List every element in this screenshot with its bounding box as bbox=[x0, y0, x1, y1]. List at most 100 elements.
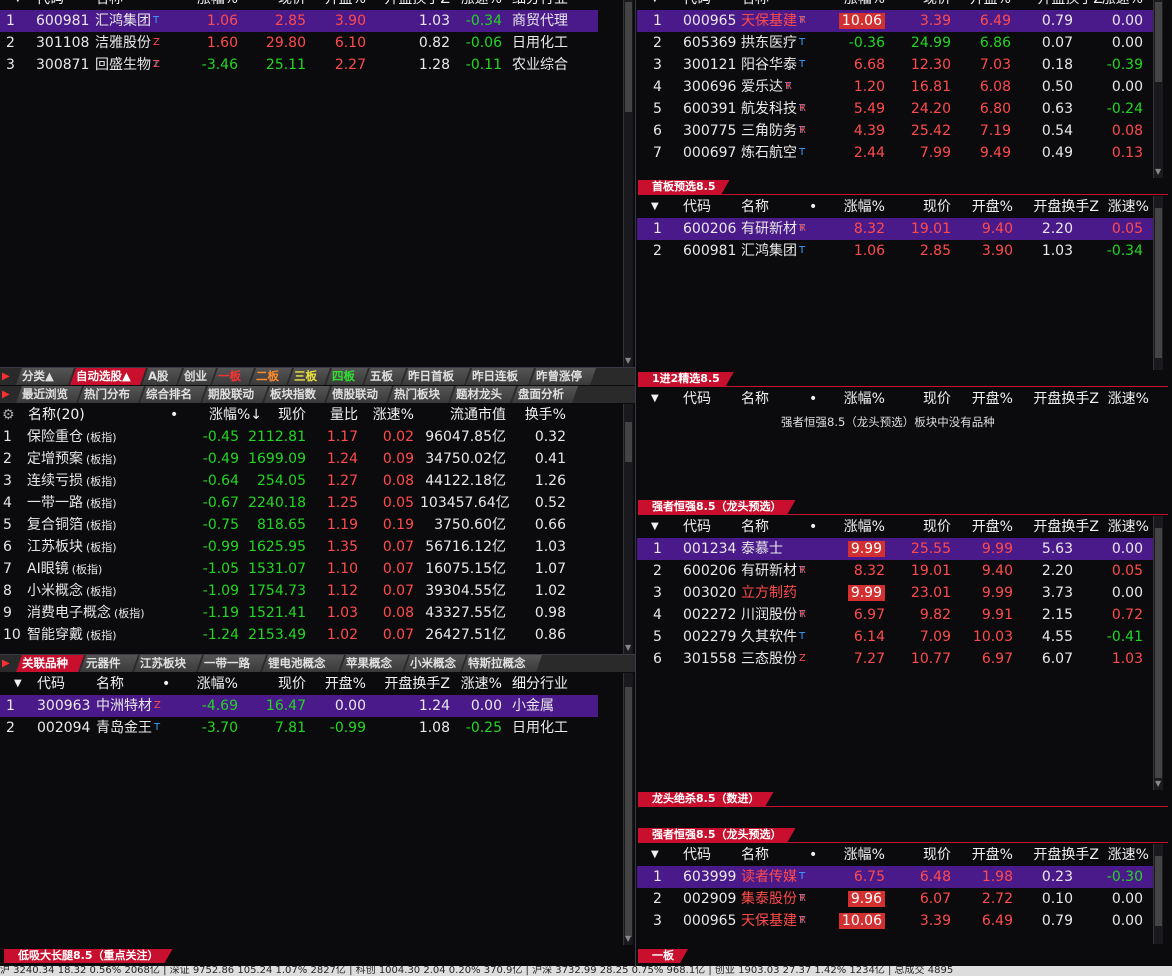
column-header[interactable]: 涨速% bbox=[1087, 196, 1149, 218]
table-row[interactable]: 2 002909 集泰股份 T R 9.96 6.07 2.72 0.10 0.00 bbox=[637, 888, 1153, 910]
tab-8[interactable]: 五板 bbox=[364, 368, 406, 385]
column-header[interactable]: 名称 bbox=[741, 196, 791, 218]
column-header[interactable]: 涨速% bbox=[455, 0, 502, 10]
column-header[interactable]: 涨幅% bbox=[175, 673, 238, 695]
column-header[interactable]: 涨速% bbox=[455, 673, 502, 695]
tab-6[interactable]: 三板 bbox=[288, 368, 330, 385]
tab-1[interactable]: 自动选股▲ bbox=[70, 368, 146, 385]
table-row[interactable]: 1 000965 天保基建 T R 10.06 3.39 6.49 0.79 0.00 bbox=[637, 10, 1153, 32]
tab-4[interactable]: 锂电池概念 bbox=[262, 655, 344, 672]
column-header[interactable]: 细分行业 bbox=[512, 0, 602, 10]
table-row[interactable]: 5 复合铜箔 (板指) -0.75 818.65 1.19 0.19 3750.60亿 0.66 bbox=[0, 514, 600, 536]
column-header[interactable]: 代码 bbox=[683, 196, 733, 218]
table-row[interactable]: 1 001234 泰慕士 9.99 25.55 9.99 5.63 0.00 bbox=[637, 538, 1153, 560]
banner-yiban[interactable]: 一板 bbox=[638, 949, 688, 963]
column-header[interactable]: 代码 bbox=[683, 844, 733, 866]
column-header[interactable]: 代码 bbox=[683, 516, 733, 538]
tab-9[interactable]: 昨日首板 bbox=[402, 368, 470, 385]
column-header[interactable]: 开盘% bbox=[957, 196, 1013, 218]
table-row[interactable]: 1 603999 读者传媒 T 6.75 6.48 1.98 0.23 -0.30 bbox=[637, 866, 1153, 888]
column-header[interactable]: 流通市值 bbox=[420, 404, 506, 426]
column-header[interactable]: • bbox=[809, 388, 825, 410]
scrollbar[interactable]: ▼ bbox=[623, 0, 633, 367]
table-row[interactable]: 2 301108 洁雅股份 Z 1.60 29.80 6.10 0.82 -0.06 日用化工 bbox=[0, 32, 598, 54]
scrollbar[interactable] bbox=[1153, 196, 1163, 370]
column-header[interactable]: 涨速% bbox=[1087, 388, 1149, 410]
tab-scroll-icon[interactable]: ▶ bbox=[2, 655, 10, 672]
column-header[interactable]: 涨幅% bbox=[827, 196, 885, 218]
column-header[interactable]: 开盘% bbox=[957, 388, 1013, 410]
table-row[interactable]: 1 600981 汇鸿集团 T 1.06 2.85 3.90 1.03 -0.34 商贸代理 bbox=[0, 10, 598, 32]
column-header[interactable]: 现价 bbox=[262, 404, 306, 426]
column-header[interactable]: 换手% bbox=[520, 404, 566, 426]
table-row[interactable]: 3 连续亏损 (板指) -0.64 254.05 1.27 0.08 44122.18亿 1.2… bbox=[0, 470, 600, 492]
column-header[interactable]: 代码 bbox=[683, 388, 733, 410]
tab-scroll-icon[interactable]: ▶ bbox=[2, 368, 10, 385]
table-row[interactable]: 5 002279 久其软件 T 6.14 7.09 10.03 4.55 -0.41 bbox=[637, 626, 1153, 648]
column-header[interactable]: 名称 bbox=[95, 0, 155, 10]
banner-longtou[interactable]: 龙头绝杀8.5（数进） bbox=[638, 792, 774, 806]
column-header[interactable]: • bbox=[809, 844, 825, 866]
sort-toggle-icon[interactable]: ▼ bbox=[14, 0, 22, 10]
sort-toggle-icon[interactable]: ▼ bbox=[651, 516, 659, 538]
column-header[interactable]: 名称(20) bbox=[28, 404, 118, 426]
scrollbar[interactable]: ▼ bbox=[1153, 516, 1163, 790]
table-row[interactable]: 1 保险重仓 (板指) -0.45 2112.81 1.17 0.02 96047.85亿 0.… bbox=[0, 426, 600, 448]
tab-3[interactable]: 创业 bbox=[178, 368, 216, 385]
table-row[interactable]: 1 600206 有研新材 T R 8.32 19.01 9.40 2.20 0.05 bbox=[637, 218, 1153, 240]
tab-1[interactable]: 热门分布 bbox=[78, 386, 144, 403]
tab-0[interactable]: 分类▲ bbox=[16, 368, 74, 385]
scrollbar[interactable]: ▼ bbox=[1153, 0, 1163, 178]
table-row[interactable]: 4 一带一路 (板指) -0.67 2240.18 1.25 0.05 103457.64亿 0… bbox=[0, 492, 600, 514]
column-header[interactable]: 涨幅% bbox=[175, 0, 238, 10]
column-header[interactable]: 涨幅% bbox=[827, 844, 885, 866]
tab-2[interactable]: A股 bbox=[142, 368, 182, 385]
tab-6[interactable]: 热门板块 bbox=[388, 386, 454, 403]
tab-1[interactable]: 元器件 bbox=[80, 655, 138, 672]
column-header[interactable]: 代码 bbox=[37, 673, 97, 695]
column-header[interactable]: 现价 bbox=[897, 0, 951, 10]
sort-toggle-icon[interactable]: ▼ bbox=[651, 0, 659, 10]
table-row[interactable]: 3 003020 立方制药 9.99 23.01 9.99 3.73 0.00 bbox=[637, 582, 1153, 604]
banner-qiangzhe-1[interactable]: 强者恒强8.5（龙头预选） bbox=[638, 500, 796, 514]
table-row[interactable]: 8 小米概念 (板指) -1.09 1754.73 1.12 0.07 39304.55亿 1.… bbox=[0, 580, 600, 602]
column-header[interactable]: 现价 bbox=[897, 196, 951, 218]
column-header[interactable]: 开盘% bbox=[310, 673, 366, 695]
column-header[interactable]: 涨幅% bbox=[827, 388, 885, 410]
column-header[interactable]: 现价 bbox=[897, 516, 951, 538]
table-row[interactable]: 5 600391 航发科技 T R 5.49 24.20 6.80 0.63 -0.24 bbox=[637, 98, 1153, 120]
table-row[interactable]: 3 300121 阳谷华泰 T 6.68 12.30 7.03 0.18 -0.39 bbox=[637, 54, 1153, 76]
column-header[interactable]: 涨速% bbox=[372, 404, 414, 426]
banner-dixi[interactable]: 低吸大长腿8.5（重点关注） bbox=[4, 949, 173, 963]
sort-toggle-icon[interactable]: ▼ bbox=[651, 388, 659, 410]
column-header[interactable]: 名称 bbox=[741, 388, 791, 410]
tab-5[interactable]: 苹果概念 bbox=[340, 655, 408, 672]
tab-6[interactable]: 小米概念 bbox=[404, 655, 466, 672]
tab-5[interactable]: 二板 bbox=[250, 368, 292, 385]
table-row[interactable]: 2 600981 汇鸿集团 T 1.06 2.85 3.90 1.03 -0.34 bbox=[637, 240, 1153, 262]
tab-7[interactable]: 四板 bbox=[326, 368, 368, 385]
column-header[interactable]: 开盘换手Z bbox=[376, 0, 450, 10]
banner-jin2[interactable]: 1进2精选8.5 bbox=[638, 372, 734, 386]
column-header[interactable]: 涨幅%↓ bbox=[196, 404, 262, 426]
tab-7[interactable]: 题材龙头 bbox=[450, 386, 516, 403]
column-header[interactable]: • bbox=[809, 516, 825, 538]
sort-toggle-icon[interactable]: ▼ bbox=[651, 196, 659, 218]
gear-icon[interactable]: ⚙ bbox=[2, 404, 15, 426]
table-row[interactable]: 4 300696 爱乐达 T R 1.20 16.81 6.08 0.50 0.00 bbox=[637, 76, 1153, 98]
column-header[interactable]: 开盘% bbox=[957, 0, 1011, 10]
column-header[interactable]: 名称 bbox=[741, 516, 791, 538]
column-header[interactable]: 代码 bbox=[683, 0, 743, 10]
table-row[interactable]: 2 600206 有研新材 T R 8.32 19.01 9.40 2.20 0.05 bbox=[637, 560, 1153, 582]
column-header[interactable]: 涨速% bbox=[1087, 516, 1149, 538]
table-row[interactable]: 2 605369 拱东医疗 T -0.36 24.99 6.86 0.07 0.00 bbox=[637, 32, 1153, 54]
tab-2[interactable]: 江苏板块 bbox=[134, 655, 202, 672]
table-row[interactable]: 2 002094 青岛金王 T -3.70 7.81 -0.99 1.08 -0.25 日用化工 bbox=[0, 717, 598, 739]
tab-3[interactable]: 一带一路 bbox=[198, 655, 266, 672]
scrollbar[interactable] bbox=[1153, 844, 1163, 944]
tab-3[interactable]: 期股联动 bbox=[202, 386, 268, 403]
tab-4[interactable]: 一板 bbox=[212, 368, 254, 385]
column-header[interactable]: 涨幅% bbox=[827, 0, 885, 10]
banner-shouban[interactable]: 首板预选8.5 bbox=[638, 180, 730, 194]
column-header[interactable]: 开盘% bbox=[957, 844, 1013, 866]
